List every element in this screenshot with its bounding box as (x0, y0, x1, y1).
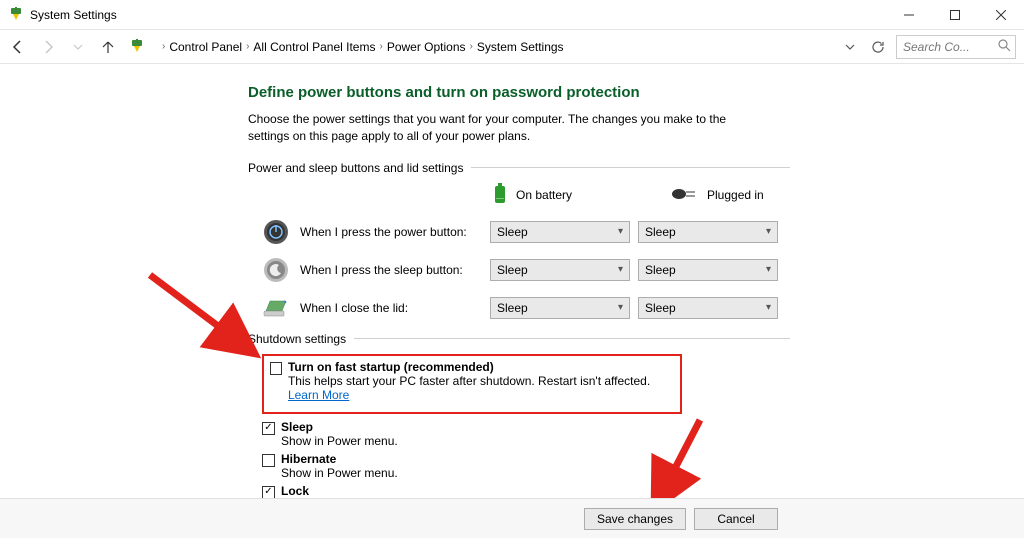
checkbox-description: Show in Power menu. (281, 466, 398, 480)
checkbox-label: Sleep (281, 420, 398, 434)
breadcrumb-item[interactable]: All Control Panel Items (253, 40, 375, 54)
forward-button[interactable] (38, 37, 58, 57)
section-title: Shutdown settings (248, 332, 346, 346)
power-button-battery-select[interactable]: Sleep ▾ (490, 221, 630, 243)
cancel-button[interactable]: Cancel (694, 508, 778, 530)
chevron-down-icon: ▾ (618, 226, 623, 237)
search-input[interactable]: Search Co... (896, 35, 1016, 59)
annotation-highlight-box: Turn on fast startup (recommended) This … (262, 354, 682, 414)
power-sleep-section: Power and sleep buttons and lid settings… (248, 161, 790, 322)
sleep-checkbox[interactable] (262, 422, 275, 435)
chevron-down-icon: ▾ (766, 302, 771, 313)
checkbox-label: Lock (281, 484, 445, 498)
section-header: Power and sleep buttons and lid settings (248, 161, 790, 175)
learn-more-link[interactable]: Learn More (288, 388, 349, 402)
laptop-lid-icon (262, 294, 290, 322)
chevron-down-icon: ▾ (618, 302, 623, 313)
maximize-button[interactable] (932, 0, 978, 30)
close-button[interactable] (978, 0, 1024, 30)
minimize-button[interactable] (886, 0, 932, 30)
breadcrumb-item[interactable]: System Settings (477, 40, 564, 54)
footer: Save changes Cancel (0, 498, 1024, 538)
main-content: Define power buttons and turn on passwor… (0, 64, 790, 512)
fast-startup-row: Turn on fast startup (recommended) This … (270, 360, 674, 402)
search-placeholder: Search Co... (903, 40, 970, 54)
chevron-down-icon: ▾ (766, 264, 771, 275)
power-button-plugged-select[interactable]: Sleep ▾ (638, 221, 778, 243)
lock-checkbox[interactable] (262, 486, 275, 499)
sleep-row: Sleep Show in Power menu. (262, 420, 790, 448)
section-title: Power and sleep buttons and lid settings (248, 161, 463, 175)
row-label: When I press the power button: (300, 225, 490, 239)
plugged-in-icon (671, 187, 699, 204)
column-headers: On battery Plugged in (262, 183, 790, 208)
checkbox-label: Hibernate (281, 452, 398, 466)
divider (471, 167, 790, 168)
power-options-icon (128, 38, 146, 56)
breadcrumb-item[interactable]: Control Panel (169, 40, 242, 54)
chevron-right-icon: › (162, 41, 165, 52)
divider (354, 338, 790, 339)
power-button-icon (262, 218, 290, 246)
search-icon (998, 39, 1011, 55)
sleep-button-row: When I press the sleep button: Sleep ▾ S… (262, 256, 790, 284)
close-lid-plugged-select[interactable]: Sleep ▾ (638, 297, 778, 319)
chevron-right-icon: › (470, 41, 473, 52)
hibernate-checkbox[interactable] (262, 454, 275, 467)
hibernate-row: Hibernate Show in Power menu. (262, 452, 790, 480)
titlebar: System Settings (0, 0, 1024, 30)
on-battery-label: On battery (516, 188, 572, 202)
fast-startup-checkbox[interactable] (270, 362, 282, 375)
window-title: System Settings (30, 8, 117, 22)
page-title: Define power buttons and turn on passwor… (248, 84, 790, 101)
sleep-button-plugged-select[interactable]: Sleep ▾ (638, 259, 778, 281)
section-header: Shutdown settings (248, 332, 790, 346)
refresh-button[interactable] (868, 37, 888, 57)
plugged-in-label: Plugged in (707, 188, 764, 202)
breadcrumb[interactable]: › Control Panel › All Control Panel Item… (158, 35, 830, 59)
row-label: When I press the sleep button: (300, 263, 490, 277)
sleep-button-icon (262, 256, 290, 284)
back-button[interactable] (8, 37, 28, 57)
battery-icon (492, 183, 508, 208)
close-lid-row: When I close the lid: Sleep ▾ Sleep ▾ (262, 294, 790, 322)
row-label: When I close the lid: (300, 301, 490, 315)
chevron-right-icon: › (246, 41, 249, 52)
power-button-row: When I press the power button: Sleep ▾ S… (262, 218, 790, 246)
shutdown-section: Shutdown settings Turn on fast startup (… (248, 332, 790, 512)
page-description: Choose the power settings that you want … (248, 111, 738, 145)
checkbox-label: Turn on fast startup (recommended) (288, 360, 674, 374)
close-lid-battery-select[interactable]: Sleep ▾ (490, 297, 630, 319)
breadcrumb-item[interactable]: Power Options (387, 40, 466, 54)
address-bar: › Control Panel › All Control Panel Item… (0, 30, 1024, 64)
recent-locations-button[interactable] (68, 37, 88, 57)
chevron-right-icon: › (379, 41, 382, 52)
address-dropdown-button[interactable] (840, 37, 860, 57)
checkbox-description: This helps start your PC faster after sh… (288, 374, 674, 402)
save-changes-button[interactable]: Save changes (584, 508, 686, 530)
chevron-down-icon: ▾ (766, 226, 771, 237)
up-button[interactable] (98, 37, 118, 57)
sleep-button-battery-select[interactable]: Sleep ▾ (490, 259, 630, 281)
checkbox-description: Show in Power menu. (281, 434, 398, 448)
chevron-down-icon: ▾ (618, 264, 623, 275)
power-options-icon (8, 7, 24, 23)
